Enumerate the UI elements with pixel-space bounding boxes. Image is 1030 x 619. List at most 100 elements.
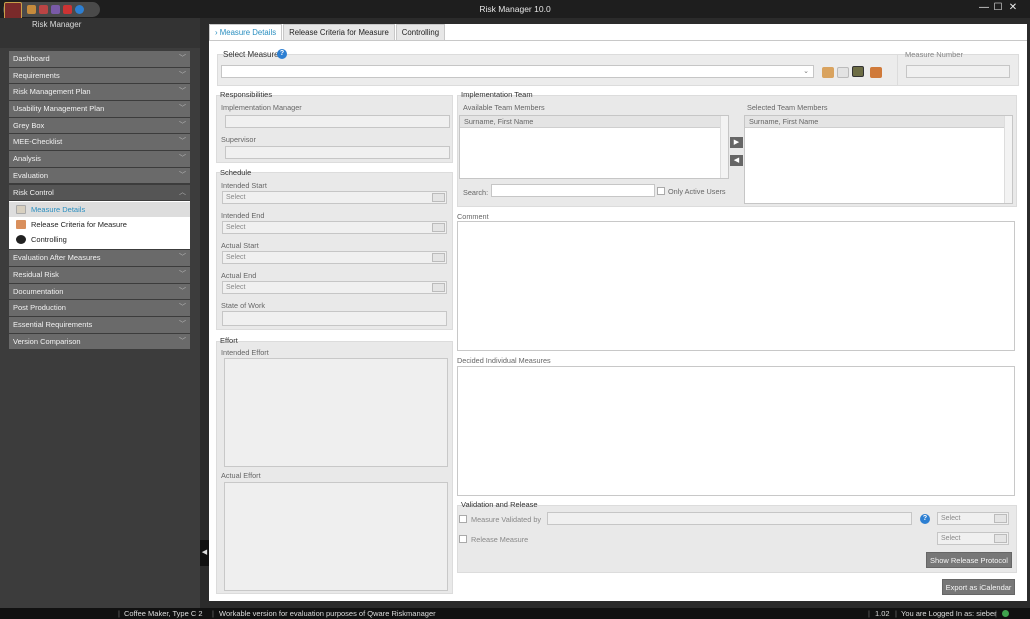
measure-number-label: Measure Number [905,50,963,59]
close-button[interactable]: ✕ [1006,2,1020,13]
chevron-down-icon: ﹀ [179,321,186,329]
release-measure-label: Release Measure [471,535,529,544]
validated-by-field[interactable] [547,512,912,525]
help-icon[interactable]: ? [277,49,287,59]
decided-measures-textarea[interactable] [457,366,1015,496]
actual-start-picker[interactable]: Select [222,251,447,264]
intended-effort-textarea[interactable] [224,358,448,467]
nav-item-dashboard[interactable]: Dashboard ﹀ [9,51,190,67]
nav-item-documentation[interactable]: Documentation ﹀ [9,283,190,300]
column-header[interactable]: Surname, First Name [745,116,1012,128]
calendar-icon[interactable] [432,223,445,232]
sidebar-collapse-handle[interactable]: ◀ [200,540,209,566]
team-search-input[interactable] [491,184,655,197]
measure-validated-checkbox[interactable] [459,515,467,523]
maximize-button[interactable]: ☐ [991,2,1005,13]
select-measure-dropdown[interactable]: ⌄ [221,65,814,78]
nav-item-risk-control[interactable]: Risk Control ︿ [9,184,190,200]
remove-member-button[interactable]: ◀ [730,155,743,166]
sort-icon[interactable] [852,66,864,77]
intended-effort-label: Intended Effort [221,348,269,357]
list-icon[interactable] [837,67,849,78]
nav-item-label: Version Comparison [13,336,81,346]
release-measure-checkbox[interactable] [459,535,467,543]
chevron-down-icon: ⌄ [803,68,809,75]
calendar-icon[interactable] [994,534,1007,543]
actual-effort-textarea[interactable] [224,482,448,591]
window-title: Risk Manager 10.0 [479,4,551,14]
subnav-measure-details[interactable]: Measure Details [9,202,190,218]
calendar-icon[interactable] [994,514,1007,523]
available-members-list[interactable]: Surname, First Name [459,115,729,179]
title-bar: Risk Manager 10.0 — ☐ ✕ [0,0,1030,18]
tab-measure-details[interactable]: › Measure Details [209,24,283,40]
release-date-picker[interactable]: Select [937,532,1009,545]
minimize-button[interactable]: — [977,2,991,13]
tab-release-criteria[interactable]: Release Criteria for Measure [283,24,395,40]
chevron-down-icon: ﹀ [179,171,186,179]
selected-members-list[interactable]: Surname, First Name [744,115,1013,204]
nav-item-risk-management-plan[interactable]: Risk Management Plan ﹀ [9,84,190,100]
only-active-users-checkbox[interactable] [657,187,665,195]
nav-item-mee-checklist[interactable]: MEE-Checklist ﹀ [9,134,190,150]
actual-end-picker[interactable]: Select [222,281,447,294]
impl-manager-field[interactable] [225,115,450,128]
nav-item-evaluation[interactable]: Evaluation ﹀ [9,167,190,184]
measure-validated-label: Measure Validated by [471,515,542,524]
intended-start-picker[interactable]: Select [222,191,447,204]
column-header[interactable]: Surname, First Name [460,116,728,128]
chevron-down-icon: ﹀ [179,271,186,279]
search-label: Search: [463,188,489,197]
select-measure-label: Select Measure [223,50,279,59]
nav-item-post-production[interactable]: Post Production ﹀ [9,300,190,316]
chevron-down-icon: ﹀ [179,138,186,146]
calendar-icon[interactable] [432,253,445,262]
calendar-icon[interactable] [432,283,445,292]
scrollbar[interactable] [720,116,728,178]
help-icon[interactable]: ? [920,514,930,524]
nav-item-label: Essential Requirements [13,320,93,330]
nav-item-label: Evaluation [13,170,49,180]
export-icalendar-button[interactable]: Export as iCalendar [942,579,1015,595]
nav-item-usability-management-plan[interactable]: Usability Management Plan ﹀ [9,101,190,117]
show-release-protocol-button[interactable]: Show Release Protocol [926,552,1012,568]
subnav-controlling[interactable]: Controlling [9,232,190,247]
nav-item-requirements[interactable]: Requirements ﹀ [9,67,190,84]
user-online-icon [1002,610,1009,617]
tab-controlling[interactable]: Controlling [395,24,446,40]
chevron-down-icon: ﹀ [179,55,186,62]
nav-item-label: Evaluation After Measures [13,253,101,263]
chevron-down-icon: ﹀ [179,155,186,163]
supervisor-field[interactable] [225,146,450,159]
nav-item-residual-risk[interactable]: Residual Risk ﹀ [9,267,190,283]
actual-end-label: Actual End [221,271,257,280]
nav-item-label: MEE-Checklist [13,137,63,147]
chevron-down-icon: ﹀ [179,254,186,262]
validation-date-picker[interactable]: Select [937,512,1009,525]
selected-members-label: Selected Team Members [747,103,828,112]
comment-textarea[interactable] [457,221,1015,351]
chevron-down-icon: ﹀ [179,88,186,96]
chevron-up-icon: ︿ [179,188,186,196]
add-member-button[interactable]: ▶ [730,137,743,148]
nav-item-analysis[interactable]: Analysis ﹀ [9,151,190,167]
scrollbar[interactable] [1004,116,1012,203]
nav-item-evaluation-after-measures[interactable]: Evaluation After Measures ﹀ [9,250,190,266]
state-of-work-field[interactable] [222,311,447,326]
calendar-icon[interactable] [432,193,445,202]
import-icon[interactable] [822,67,834,78]
nav-item-version-comparison[interactable]: Version Comparison ﹀ [9,333,190,350]
nav-item-label: Post Production [13,303,66,313]
intended-end-label: Intended End [221,211,265,220]
nav-item-label: Risk Management Plan [13,87,91,97]
measure-number-field[interactable] [906,65,1010,78]
nav-menu: Dashboard ﹀ Requirements ﹀ Risk Management P… [9,51,190,351]
status-user: You are Logged In as: sieber [901,609,997,618]
chevron-down-icon: ﹀ [179,304,186,312]
nav-item-essential-requirements[interactable]: Essential Requirements ﹀ [9,317,190,333]
nav-item-grey-box[interactable]: Grey Box ﹀ [9,117,190,134]
intended-end-picker[interactable]: Select [222,221,447,234]
filter-icon[interactable] [870,67,882,78]
nav-item-label: Risk Control [13,187,54,197]
subnav-release-criteria[interactable]: Release Criteria for Measure [9,217,190,232]
